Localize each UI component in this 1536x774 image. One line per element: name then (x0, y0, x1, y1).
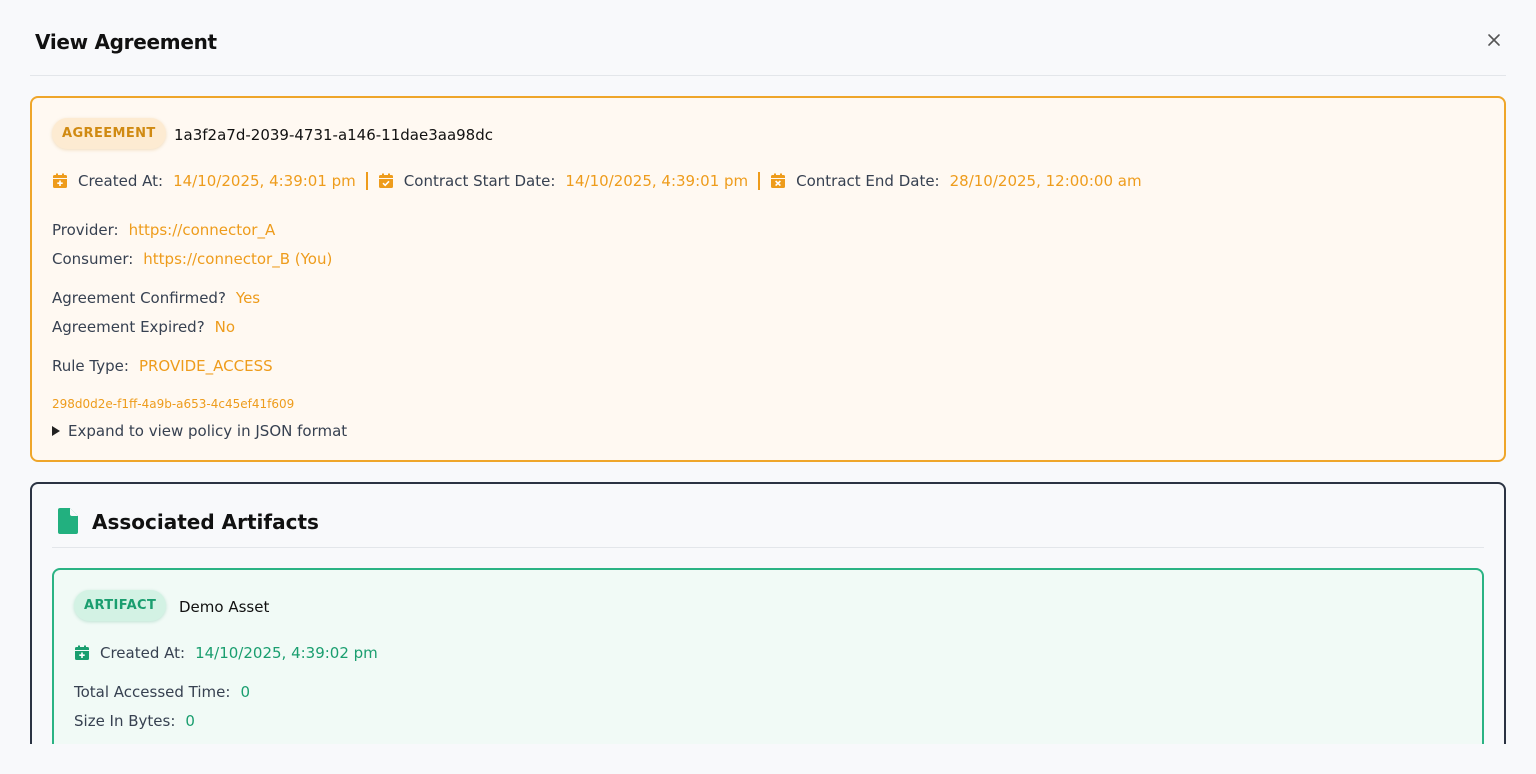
provider-label: Provider: (52, 221, 119, 239)
contract-end-label: Contract End Date: (796, 172, 940, 190)
view-agreement-modal: View Agreement AGREEMENT 1a3f2a7d-2039-4… (0, 0, 1536, 774)
size-value: 0 (185, 712, 195, 730)
size-label: Size In Bytes: (74, 712, 176, 730)
associated-artifacts-card: Associated Artifacts ARTIFACT Demo Asset… (30, 482, 1506, 744)
close-icon (1488, 34, 1500, 46)
artifact-created-row: Created At: 14/10/2025, 4:39:02 pm (74, 644, 378, 662)
calendar-plus-icon (53, 173, 67, 188)
consumer-row: Consumer: https://connector_B (You) (52, 250, 332, 268)
contract-end-value: 28/10/2025, 12:00:00 am (949, 172, 1142, 190)
modal-header: View Agreement (30, 0, 1506, 76)
calendar-plus-icon (75, 645, 89, 660)
separator (365, 172, 368, 190)
calendar-check-icon (378, 173, 393, 188)
created-at-value: 14/10/2025, 4:39:01 pm (173, 172, 356, 190)
artifact-name: Demo Asset (179, 598, 270, 616)
artifacts-header: Associated Artifacts (52, 484, 1484, 548)
provider-row: Provider: https://connector_A (52, 221, 275, 239)
expand-policy-label: Expand to view policy in JSON format (68, 422, 348, 440)
artifact-created-value: 14/10/2025, 4:39:02 pm (195, 644, 378, 662)
expired-value: No (214, 318, 236, 336)
accessed-label: Total Accessed Time: (74, 683, 231, 701)
contract-start-value: 14/10/2025, 4:39:01 pm (565, 172, 749, 190)
confirmed-value: Yes (235, 289, 261, 307)
rule-type-row: Rule Type: PROVIDE_ACCESS (52, 357, 273, 375)
size-row: Size In Bytes: 0 (74, 712, 195, 730)
consumer-value: https://connector_B (You) (143, 250, 333, 268)
artifact-badge: ARTIFACT (74, 590, 167, 621)
agreement-dates-row: Created At: 14/10/2025, 4:39:01 pm Contr… (52, 172, 1142, 190)
accessed-value: 0 (240, 683, 250, 701)
created-at-label: Created At: (78, 172, 164, 190)
rule-type-label: Rule Type: (52, 357, 129, 375)
separator (758, 172, 761, 190)
rule-type-value: PROVIDE_ACCESS (138, 357, 273, 375)
agreement-card: AGREEMENT 1a3f2a7d-2039-4731-a146-11dae3… (30, 96, 1506, 462)
artifacts-title: Associated Artifacts (92, 510, 319, 534)
modal-body: AGREEMENT 1a3f2a7d-2039-4731-a146-11dae3… (30, 96, 1506, 744)
artifact-card: ARTIFACT Demo Asset Created At: 14/10/20… (52, 568, 1484, 744)
expired-row: Agreement Expired? No (52, 318, 235, 336)
expand-policy-toggle[interactable]: Expand to view policy in JSON format (52, 422, 347, 440)
artifact-created-label: Created At: (100, 644, 186, 662)
modal-title: View Agreement (35, 30, 217, 54)
rule-id: 298d0d2e-f1ff-4a9b-a653-4c45ef41f609 (52, 397, 295, 411)
expired-label: Agreement Expired? (52, 318, 205, 336)
confirmed-row: Agreement Confirmed? Yes (52, 289, 260, 307)
confirmed-label: Agreement Confirmed? (52, 289, 226, 307)
contract-start-label: Contract Start Date: (403, 172, 556, 190)
close-button[interactable] (1482, 28, 1506, 52)
provider-value: https://connector_A (128, 221, 276, 239)
calendar-x-icon (771, 173, 786, 188)
agreement-badge: AGREEMENT (52, 118, 166, 149)
triangle-right-icon (52, 426, 60, 436)
accessed-row: Total Accessed Time: 0 (74, 683, 250, 701)
consumer-label: Consumer: (52, 250, 134, 268)
document-icon (58, 508, 78, 534)
agreement-id: 1a3f2a7d-2039-4731-a146-11dae3aa98dc (174, 126, 493, 144)
